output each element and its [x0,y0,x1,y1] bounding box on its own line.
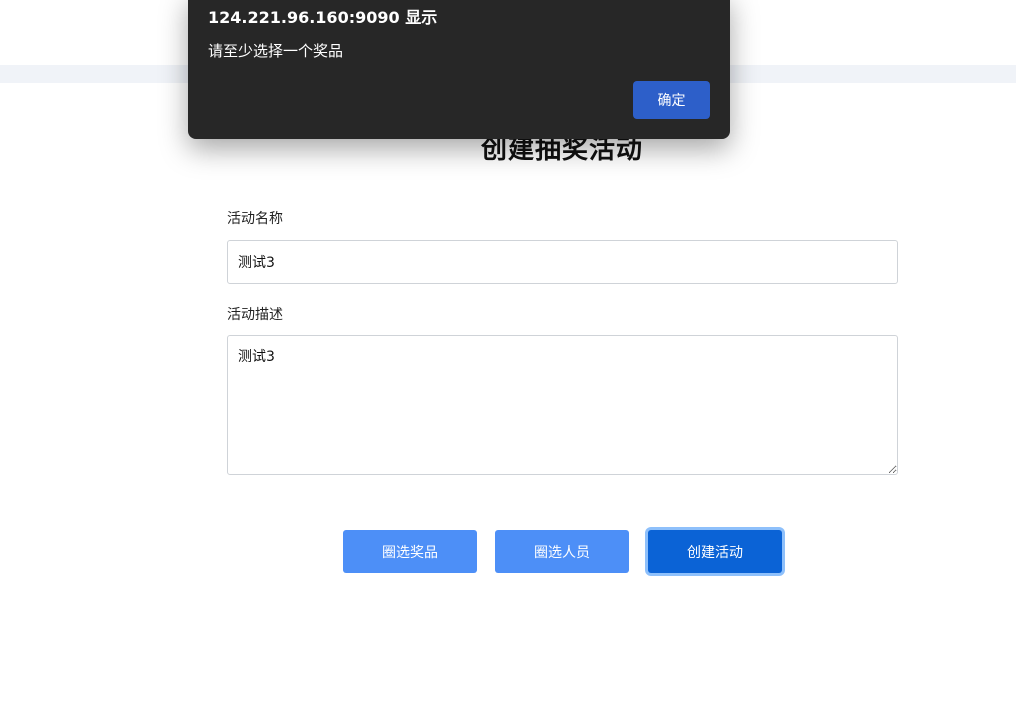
alert-dialog: 124.221.96.160:9090 显示 请至少选择一个奖品 确定 [188,0,730,139]
select-people-button[interactable]: 圈选人员 [495,530,629,573]
activity-description-label: 活动描述 [227,307,283,323]
activity-name-input[interactable] [227,240,898,284]
create-activity-button[interactable]: 创建活动 [648,530,782,573]
activity-name-label: 活动名称 [227,211,283,227]
activity-description-textarea[interactable]: 测试3 [227,335,898,475]
alert-ok-button[interactable]: 确定 [633,81,710,119]
alert-dialog-title: 124.221.96.160:9090 显示 [208,8,438,27]
alert-dialog-message: 请至少选择一个奖品 [208,42,344,60]
select-prizes-button[interactable]: 圈选奖品 [343,530,477,573]
